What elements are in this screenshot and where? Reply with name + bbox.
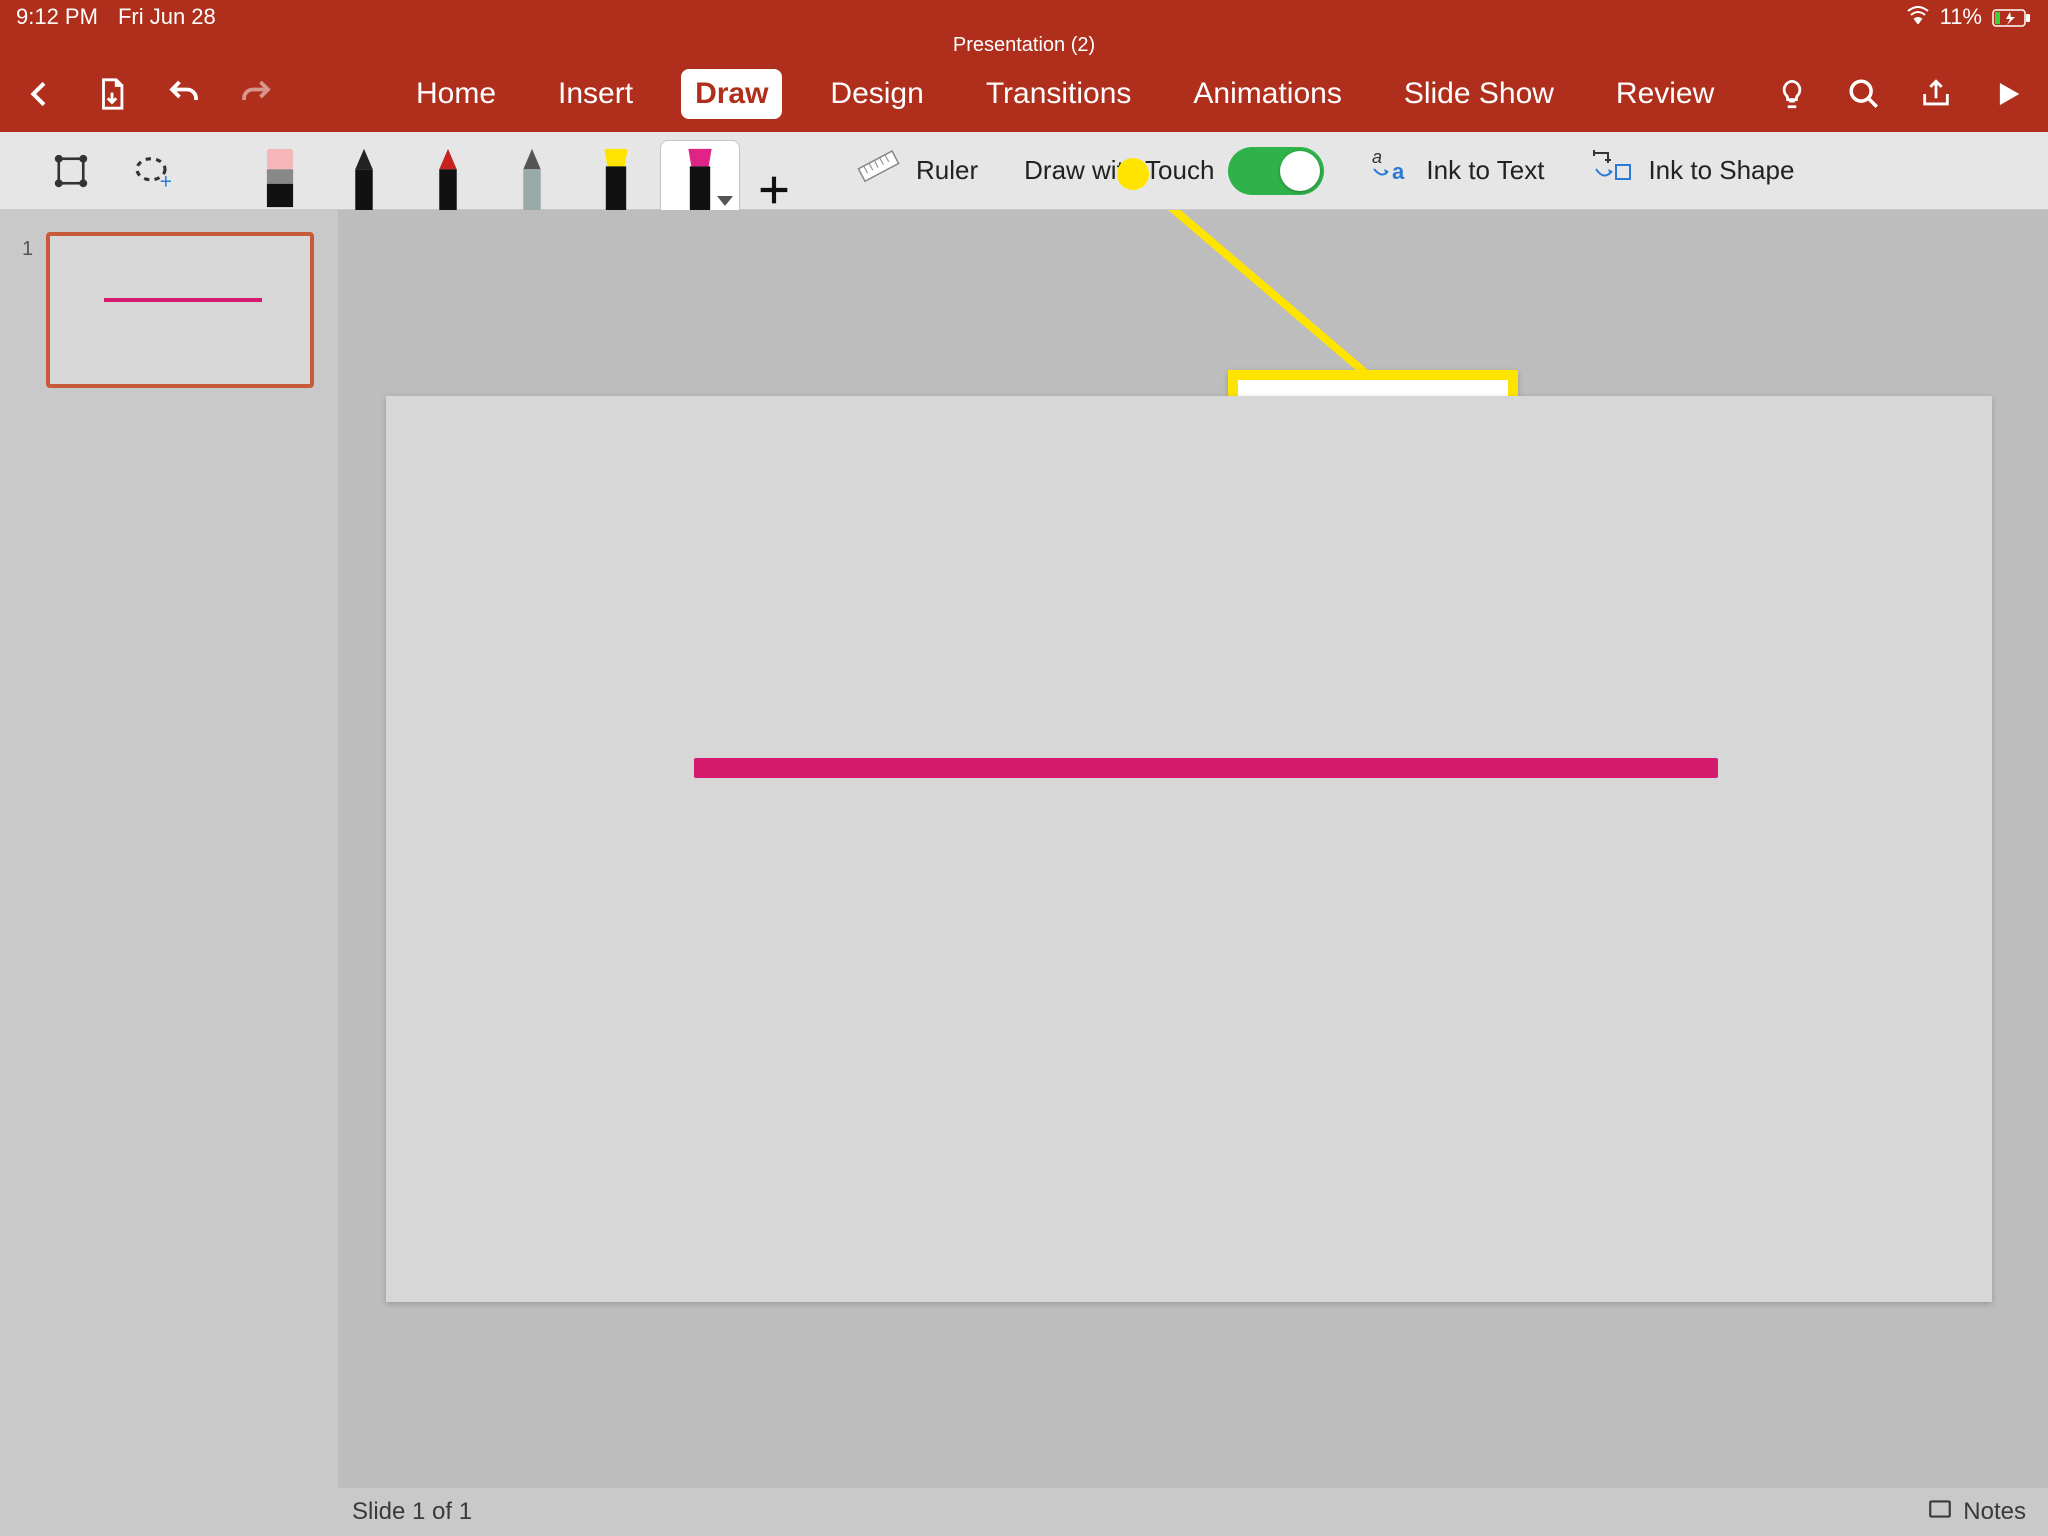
slide-counter: Slide 1 of 1 xyxy=(352,1498,472,1526)
status-time: 9:12 PM xyxy=(16,4,98,30)
tab-draw[interactable]: Draw xyxy=(681,69,782,119)
undo-button[interactable] xyxy=(162,72,206,116)
slide-thumbnail-panel: 1 xyxy=(0,210,338,1488)
search-icon[interactable] xyxy=(1842,72,1886,116)
draw-with-touch-toggle[interactable]: Draw with Touch xyxy=(1010,147,1338,195)
notes-button[interactable]: Notes xyxy=(1963,1498,2026,1526)
ruler-label: Ruler xyxy=(916,155,978,186)
slide-thumbnail-1[interactable]: 1 xyxy=(16,232,322,388)
ios-status-bar: 9:12 PM Fri Jun 28 11% xyxy=(0,0,2048,34)
eraser-tool[interactable] xyxy=(240,140,320,210)
highlighter-yellow[interactable] xyxy=(576,140,656,210)
battery-percent: 11% xyxy=(1940,4,1982,30)
draw-ribbon: + Ruler Draw with Touch xyxy=(0,132,2048,210)
ruler-icon xyxy=(856,147,902,194)
tab-transitions[interactable]: Transitions xyxy=(972,69,1146,119)
highlighter-pink[interactable] xyxy=(660,140,740,210)
drawn-ink-line[interactable] xyxy=(694,758,1718,778)
tab-insert[interactable]: Insert xyxy=(544,69,647,119)
status-footer: Slide 1 of 1 Notes xyxy=(0,1488,2048,1536)
ruler-button[interactable]: Ruler xyxy=(842,147,992,194)
thumbnail-number: 1 xyxy=(22,238,33,261)
notes-icon[interactable] xyxy=(1927,1496,1953,1529)
slide-canvas[interactable] xyxy=(386,396,1992,1302)
ink-to-shape-icon xyxy=(1590,147,1634,194)
pencil-gray[interactable] xyxy=(492,140,572,210)
tell-me-icon[interactable] xyxy=(1770,72,1814,116)
svg-text:a: a xyxy=(1372,147,1382,167)
status-date: Fri Jun 28 xyxy=(118,4,216,30)
add-pen-button[interactable] xyxy=(744,170,804,210)
tab-review[interactable]: Review xyxy=(1602,69,1728,119)
pen-red[interactable] xyxy=(408,140,488,210)
tab-home[interactable]: Home xyxy=(402,69,510,119)
wifi-icon xyxy=(1906,4,1930,30)
pen-black[interactable] xyxy=(324,140,404,210)
svg-text:a: a xyxy=(1392,159,1405,184)
ribbon-tabs: Home Insert Draw Design Transitions Anim… xyxy=(402,69,1728,119)
ink-to-shape-button[interactable]: Ink to Shape xyxy=(1576,147,1808,194)
tab-animations[interactable]: Animations xyxy=(1179,69,1355,119)
lasso-select-button[interactable]: + xyxy=(120,141,182,201)
back-button[interactable] xyxy=(18,72,62,116)
slide-canvas-area: Ruler xyxy=(338,210,2048,1488)
document-title-bar: Presentation (2) xyxy=(0,34,2048,56)
app-bar: Home Insert Draw Design Transitions Anim… xyxy=(0,56,2048,132)
callout-anchor-dot xyxy=(1117,158,1149,190)
ink-to-text-icon: aa xyxy=(1370,147,1412,194)
toggle-switch-on[interactable] xyxy=(1228,147,1324,195)
ink-to-shape-label: Ink to Shape xyxy=(1648,155,1794,186)
ink-to-text-button[interactable]: aa Ink to Text xyxy=(1356,147,1558,194)
redo-button[interactable] xyxy=(234,72,278,116)
play-slideshow-icon[interactable] xyxy=(1986,72,2030,116)
workspace: 1 Ruler xyxy=(0,210,2048,1488)
battery-low-charging-icon xyxy=(1992,4,2032,30)
thumbnail-ink-line xyxy=(104,298,262,302)
ink-to-text-label: Ink to Text xyxy=(1426,155,1544,186)
select-objects-button[interactable] xyxy=(40,141,102,201)
share-icon[interactable] xyxy=(1914,72,1958,116)
tab-design[interactable]: Design xyxy=(816,69,937,119)
document-title: Presentation (2) xyxy=(953,34,1095,56)
file-menu-button[interactable] xyxy=(90,72,134,116)
svg-text:+: + xyxy=(160,170,172,192)
pen-gallery xyxy=(240,132,804,210)
tab-slideshow[interactable]: Slide Show xyxy=(1390,69,1568,119)
